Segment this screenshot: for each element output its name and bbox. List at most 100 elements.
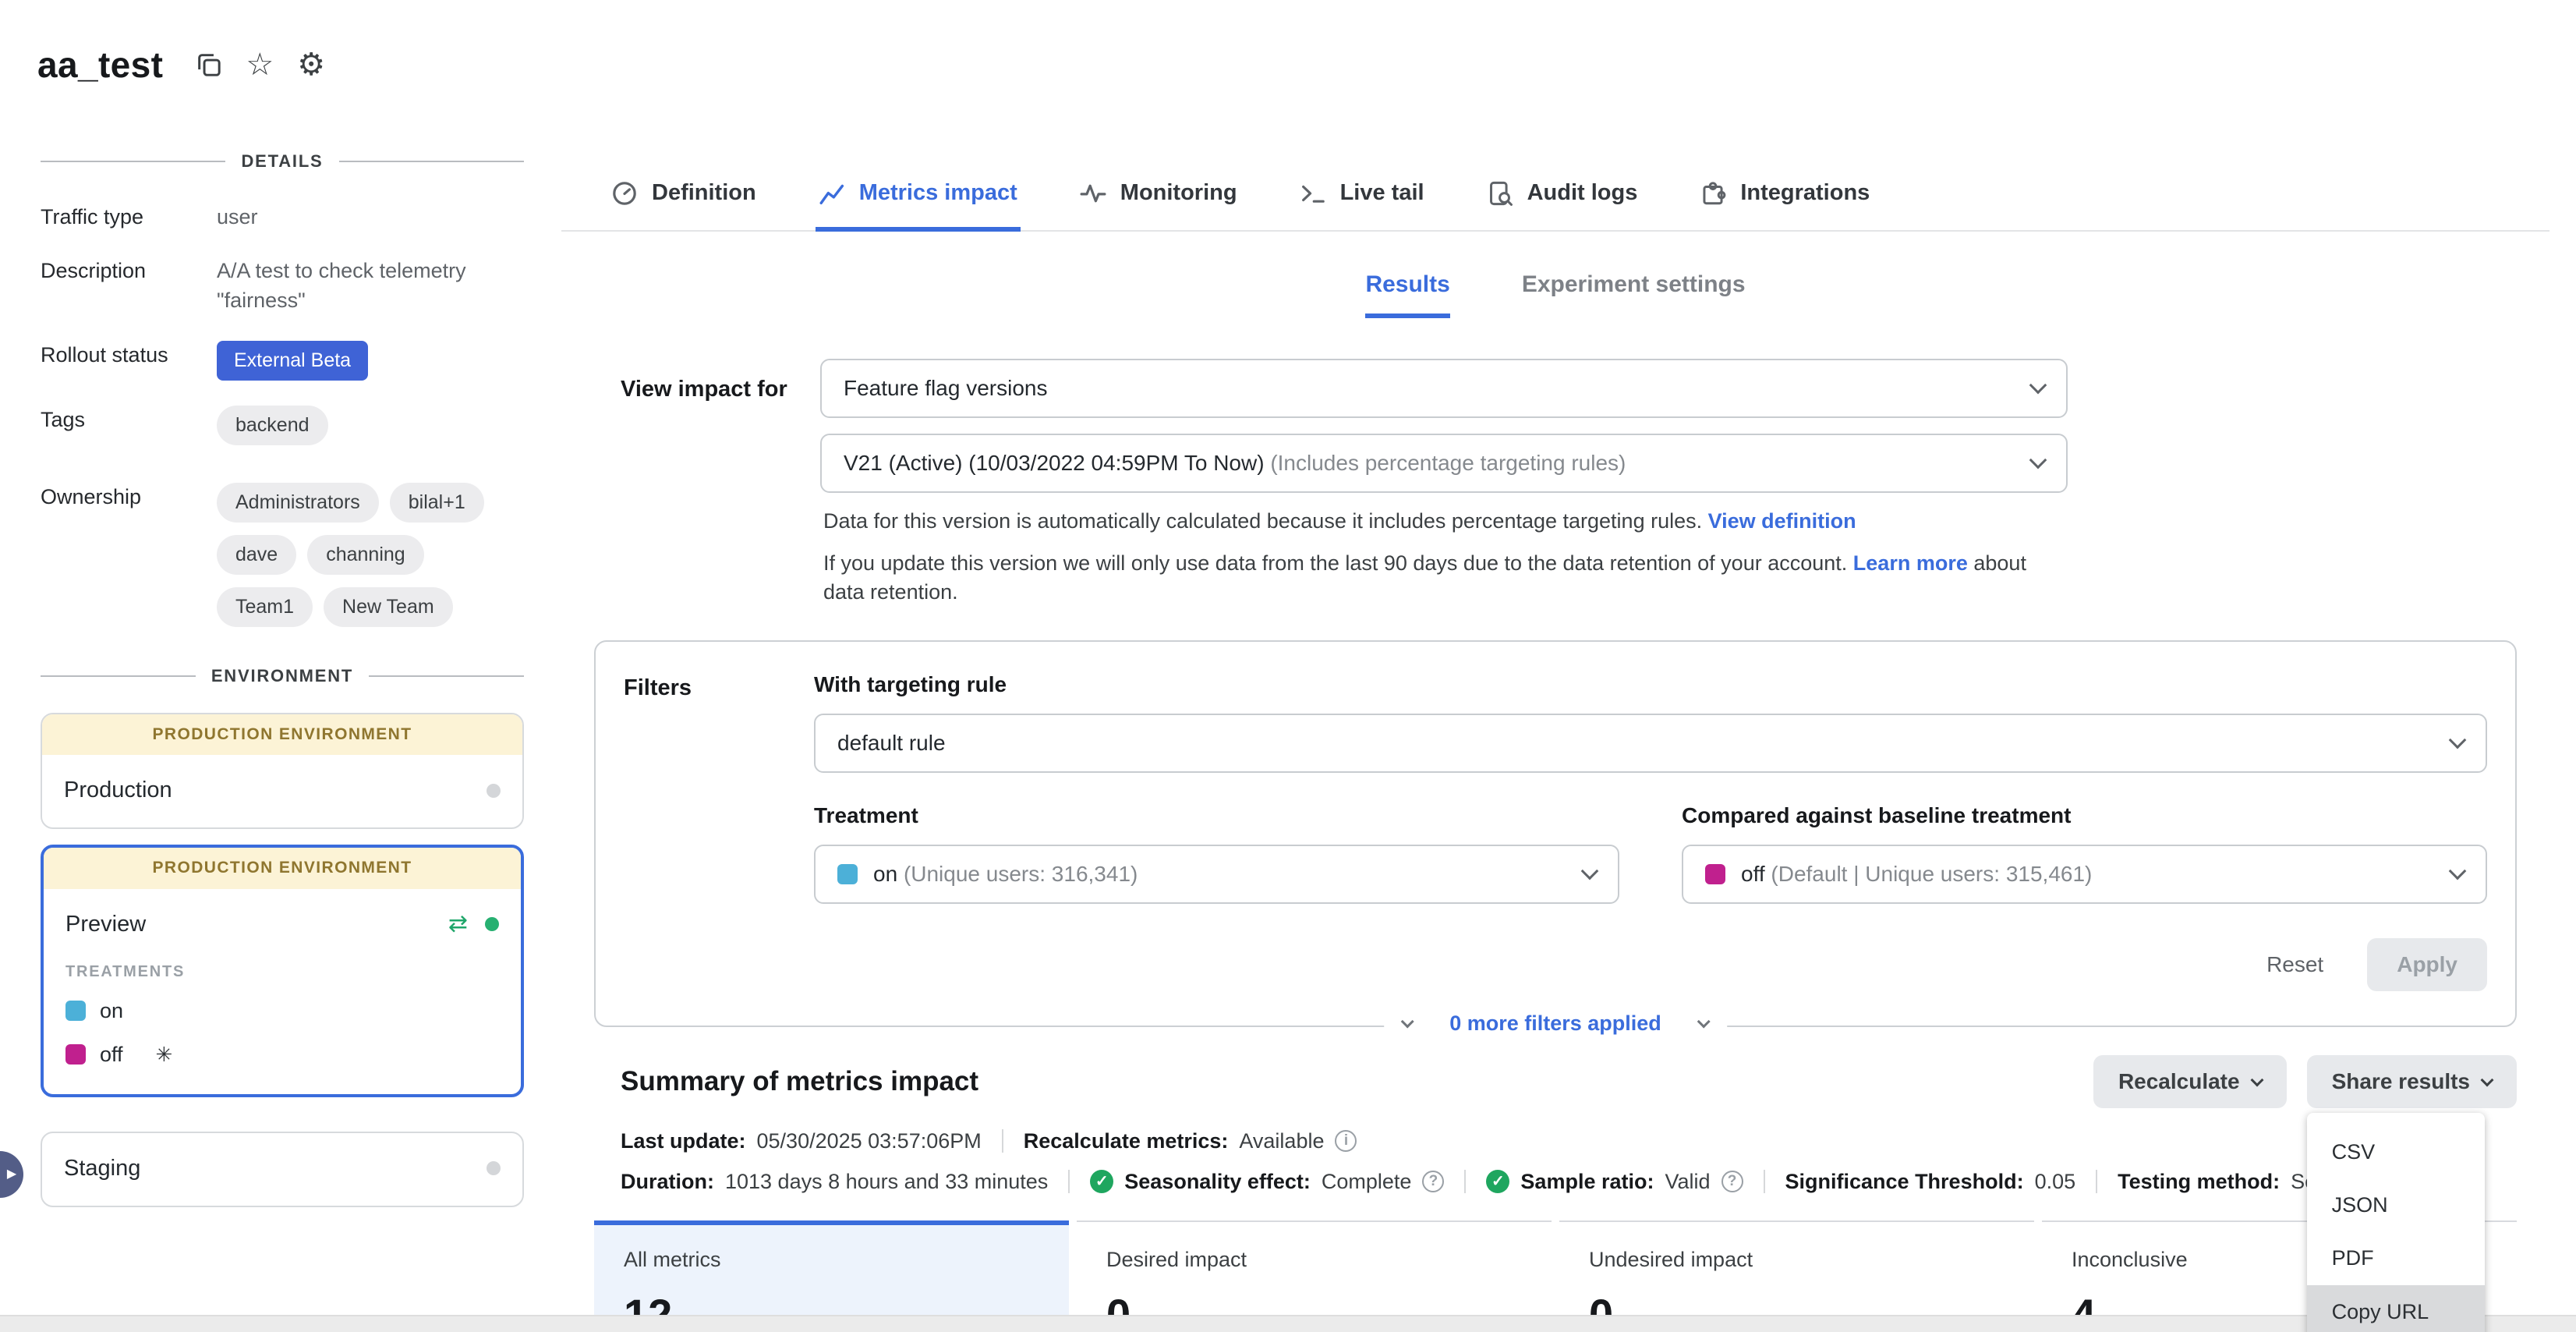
view-definition-link[interactable]: View definition [1708,509,1856,533]
owner-pill[interactable]: Team1 [217,587,313,627]
star-icon[interactable]: ☆ [246,49,274,80]
sample-ratio-label: Sample ratio: [1520,1167,1654,1196]
terminal-icon [1300,180,1326,207]
treatment-off-row: off ✳ [65,1040,499,1068]
tab-live-tail[interactable]: Live tail [1297,164,1428,232]
recalculate-button[interactable]: Recalculate [2093,1055,2287,1108]
owner-pill[interactable]: New Team [324,587,453,627]
owner-pill[interactable]: channing [307,535,423,575]
environment-card-production[interactable]: PRODUCTION ENVIRONMENT Production [41,713,524,829]
swap-arrows-icon: ⇄ [448,912,468,936]
share-results-label: Share results [2332,1069,2470,1094]
owner-pill[interactable]: dave [217,535,296,575]
tab-audit-logs[interactable]: Audit logs [1484,164,1641,232]
puzzle-icon [1700,180,1726,207]
tab-definition[interactable]: Definition [608,164,759,232]
environment-name: Production [64,775,487,806]
seasonality-label: Seasonality effect: [1124,1167,1311,1196]
treatment-detail: (Unique users: 316,341) [904,862,1138,886]
environment-card-preview[interactable]: PRODUCTION ENVIRONMENT Preview ⇄ TREATME… [41,845,524,1096]
treatment-off-label: off [100,1040,123,1068]
duration-value: 1013 days 8 hours and 33 minutes [725,1167,1048,1196]
page-title: aa_test [37,41,163,89]
meta-row-last-update: Last update: 05/30/2025 03:57:06PM Recal… [621,1127,2517,1155]
subtab-experiment-settings[interactable]: Experiment settings [1522,269,1746,318]
recalculate-metrics-label: Recalculate metrics: [1024,1127,1229,1155]
treatment-off-swatch [65,1044,86,1065]
subtab-results[interactable]: Results [1365,269,1449,318]
tab-bar: Definition Metrics impact Monitoring Liv… [561,164,2549,232]
tab-monitoring[interactable]: Monitoring [1077,164,1240,232]
treatment-on-swatch [837,864,858,884]
seasonality-value: Complete [1322,1167,1412,1196]
chevron-down-icon [1401,1015,1414,1029]
tab-label: Integrations [1740,178,1870,208]
question-circle-icon[interactable]: ? [1721,1171,1743,1192]
kill-asterisk-icon: ✳ [156,1041,173,1068]
question-circle-icon[interactable]: ? [1422,1171,1444,1192]
share-results-menu: CSV JSON PDF Copy URL [2307,1113,2485,1332]
last-update-label: Last update: [621,1127,746,1155]
treatment-value: on [873,862,897,886]
version-select[interactable]: V21 (Active) (10/03/2022 04:59PM To Now)… [820,434,2068,493]
impact-type-select[interactable]: Feature flag versions [820,359,2068,418]
tab-label: Live tail [1340,178,1424,208]
targeting-rule-select[interactable]: default rule [814,714,2487,773]
treatments-label: TREATMENTS [65,962,499,983]
environment-card-staging[interactable]: Staging [41,1132,524,1207]
chevron-down-icon [2250,1073,2263,1086]
impact-type-value: Feature flag versions [844,374,2016,403]
description-row: Description A/A test to check telemetry … [41,252,524,316]
metric-card-label: Undesired impact [1589,1245,2005,1274]
rollout-status-badge[interactable]: External Beta [217,341,368,381]
tab-label: Audit logs [1527,178,1638,208]
filters-label: Filters [624,670,814,991]
chevron-down-icon [2449,862,2467,880]
tag-pill[interactable]: backend [217,406,328,445]
summary-title: Summary of metrics impact [621,1063,978,1100]
menu-item-csv[interactable]: CSV [2307,1125,2485,1178]
more-filters-toggle[interactable]: 0 more filters applied [1384,1006,1727,1040]
duration-label: Duration: [621,1167,714,1196]
rollout-status-row: Rollout status External Beta [41,336,524,381]
menu-item-copy-url[interactable]: Copy URL [2307,1285,2485,1332]
view-impact-section: View impact for Feature flag versions V2… [621,359,2549,606]
info-circle-icon[interactable]: i [1335,1130,1357,1152]
auto-calc-note: Data for this version is automatically c… [823,507,2068,535]
apply-button[interactable]: Apply [2367,938,2487,991]
divider [1002,1129,1003,1153]
menu-item-pdf[interactable]: PDF [2307,1231,2485,1284]
version-value: V21 (Active) (10/03/2022 04:59PM To Now) [844,451,1265,475]
targeting-rule-value: default rule [837,728,2436,758]
horizontal-scrollbar[interactable] [0,1315,2576,1332]
learn-more-link[interactable]: Learn more [1853,551,1968,575]
retention-text: If you update this version we will only … [823,551,1847,575]
retention-note: If you update this version we will only … [823,549,2068,606]
pulse-icon [1080,180,1106,207]
ownership-row: Ownership Administrators bilal+1 dave ch… [41,478,524,639]
summary-section: Summary of metrics impact Recalculate Sh… [594,1055,2517,1332]
page-header: aa_test ☆ ⚙ [37,41,325,89]
significance-threshold-value: 0.05 [2035,1167,2076,1196]
baseline-treatment-select[interactable]: off (Default | Unique users: 315,461) [1682,845,2487,904]
tab-metrics-impact[interactable]: Metrics impact [816,164,1021,232]
share-results-button[interactable]: Share results [2307,1055,2517,1108]
tab-label: Metrics impact [859,178,1017,208]
copy-icon[interactable] [196,51,222,78]
view-impact-label: View impact for [621,359,820,606]
last-update-value: 05/30/2025 03:57:06PM [757,1127,982,1155]
main-content: Definition Metrics impact Monitoring Liv… [561,164,2549,1332]
owner-pill[interactable]: bilal+1 [390,483,484,523]
sample-ratio-value: Valid [1665,1167,1710,1196]
divider [1068,1170,1070,1193]
reset-button[interactable]: Reset [2266,952,2323,977]
chevron-down-icon [1581,862,1599,880]
menu-item-json[interactable]: JSON [2307,1178,2485,1231]
environment-section-label: ENVIRONMENT [211,664,353,688]
tab-integrations[interactable]: Integrations [1697,164,1873,232]
owner-pill[interactable]: Administrators [217,483,379,523]
recalculate-metrics-value: Available [1239,1127,1324,1155]
gear-icon[interactable]: ⚙ [297,49,325,80]
description-label: Description [41,252,217,316]
treatment-select[interactable]: on (Unique users: 316,341) [814,845,1619,904]
